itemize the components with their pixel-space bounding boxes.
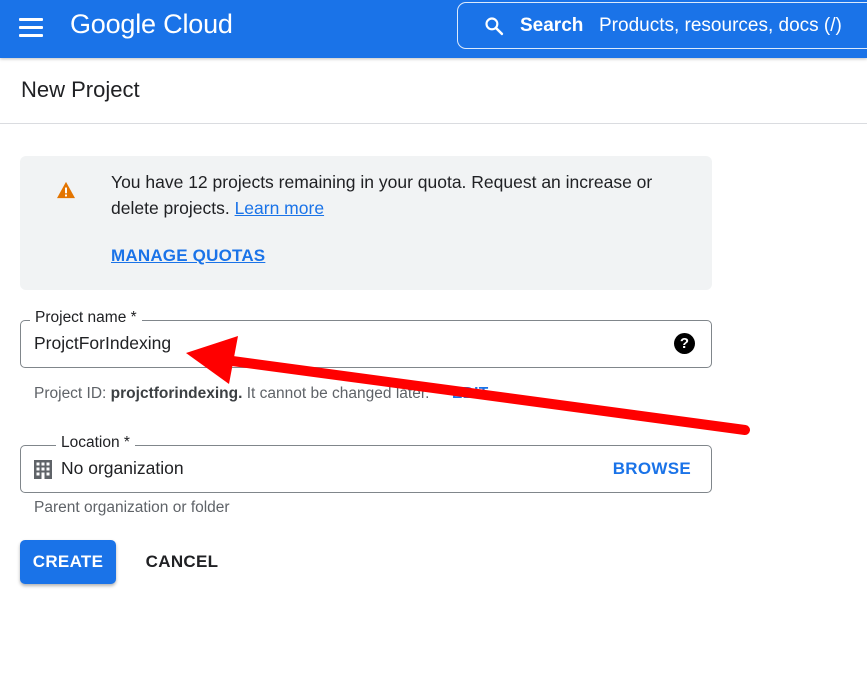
page-title: New Project bbox=[21, 77, 140, 102]
project-name-label: Project name * bbox=[30, 309, 142, 327]
location-label: Location * bbox=[56, 434, 135, 452]
divider bbox=[0, 123, 867, 124]
location-value: No organization bbox=[61, 458, 184, 478]
google-cloud-logo[interactable]: Google Cloud bbox=[70, 9, 233, 40]
create-button[interactable]: CREATE bbox=[20, 540, 116, 584]
building-icon bbox=[34, 460, 52, 479]
location-field[interactable]: Location * No organization BROWSE bbox=[20, 434, 712, 493]
location-helper: Parent organization or folder bbox=[34, 499, 230, 516]
project-id-helper: Project ID: projctforindexing. It cannot… bbox=[34, 385, 429, 403]
project-id-note: It cannot be changed later. bbox=[246, 385, 430, 402]
warning-icon bbox=[57, 181, 75, 199]
search-bar[interactable]: Search Products, resources, docs (/) bbox=[457, 2, 867, 49]
quota-notice-text: You have 12 projects remaining in your q… bbox=[111, 169, 691, 221]
cancel-button[interactable]: CANCEL bbox=[134, 540, 230, 584]
menu-icon[interactable] bbox=[17, 14, 45, 42]
manage-quotas-link[interactable]: MANAGE QUOTAS bbox=[111, 246, 265, 266]
top-app-bar: Google Cloud Search Products, resources,… bbox=[0, 0, 867, 58]
quota-message: You have 12 projects remaining in your q… bbox=[111, 172, 653, 218]
project-id-value: projctforindexing. bbox=[110, 385, 243, 402]
quota-notice: You have 12 projects remaining in your q… bbox=[20, 156, 712, 290]
browse-button[interactable]: BROWSE bbox=[613, 459, 691, 479]
search-placeholder: Products, resources, docs (/) bbox=[599, 15, 842, 36]
edit-project-id-button[interactable]: EDIT bbox=[452, 385, 489, 403]
search-icon bbox=[485, 17, 504, 36]
project-name-input[interactable]: ProjctForIndexing bbox=[34, 333, 171, 354]
learn-more-link[interactable]: Learn more bbox=[235, 198, 325, 218]
search-label: Search bbox=[520, 15, 584, 36]
project-name-field[interactable]: Project name * ProjctForIndexing ? bbox=[20, 309, 712, 368]
help-icon[interactable]: ? bbox=[674, 333, 695, 354]
project-id-prefix: Project ID: bbox=[34, 385, 107, 402]
